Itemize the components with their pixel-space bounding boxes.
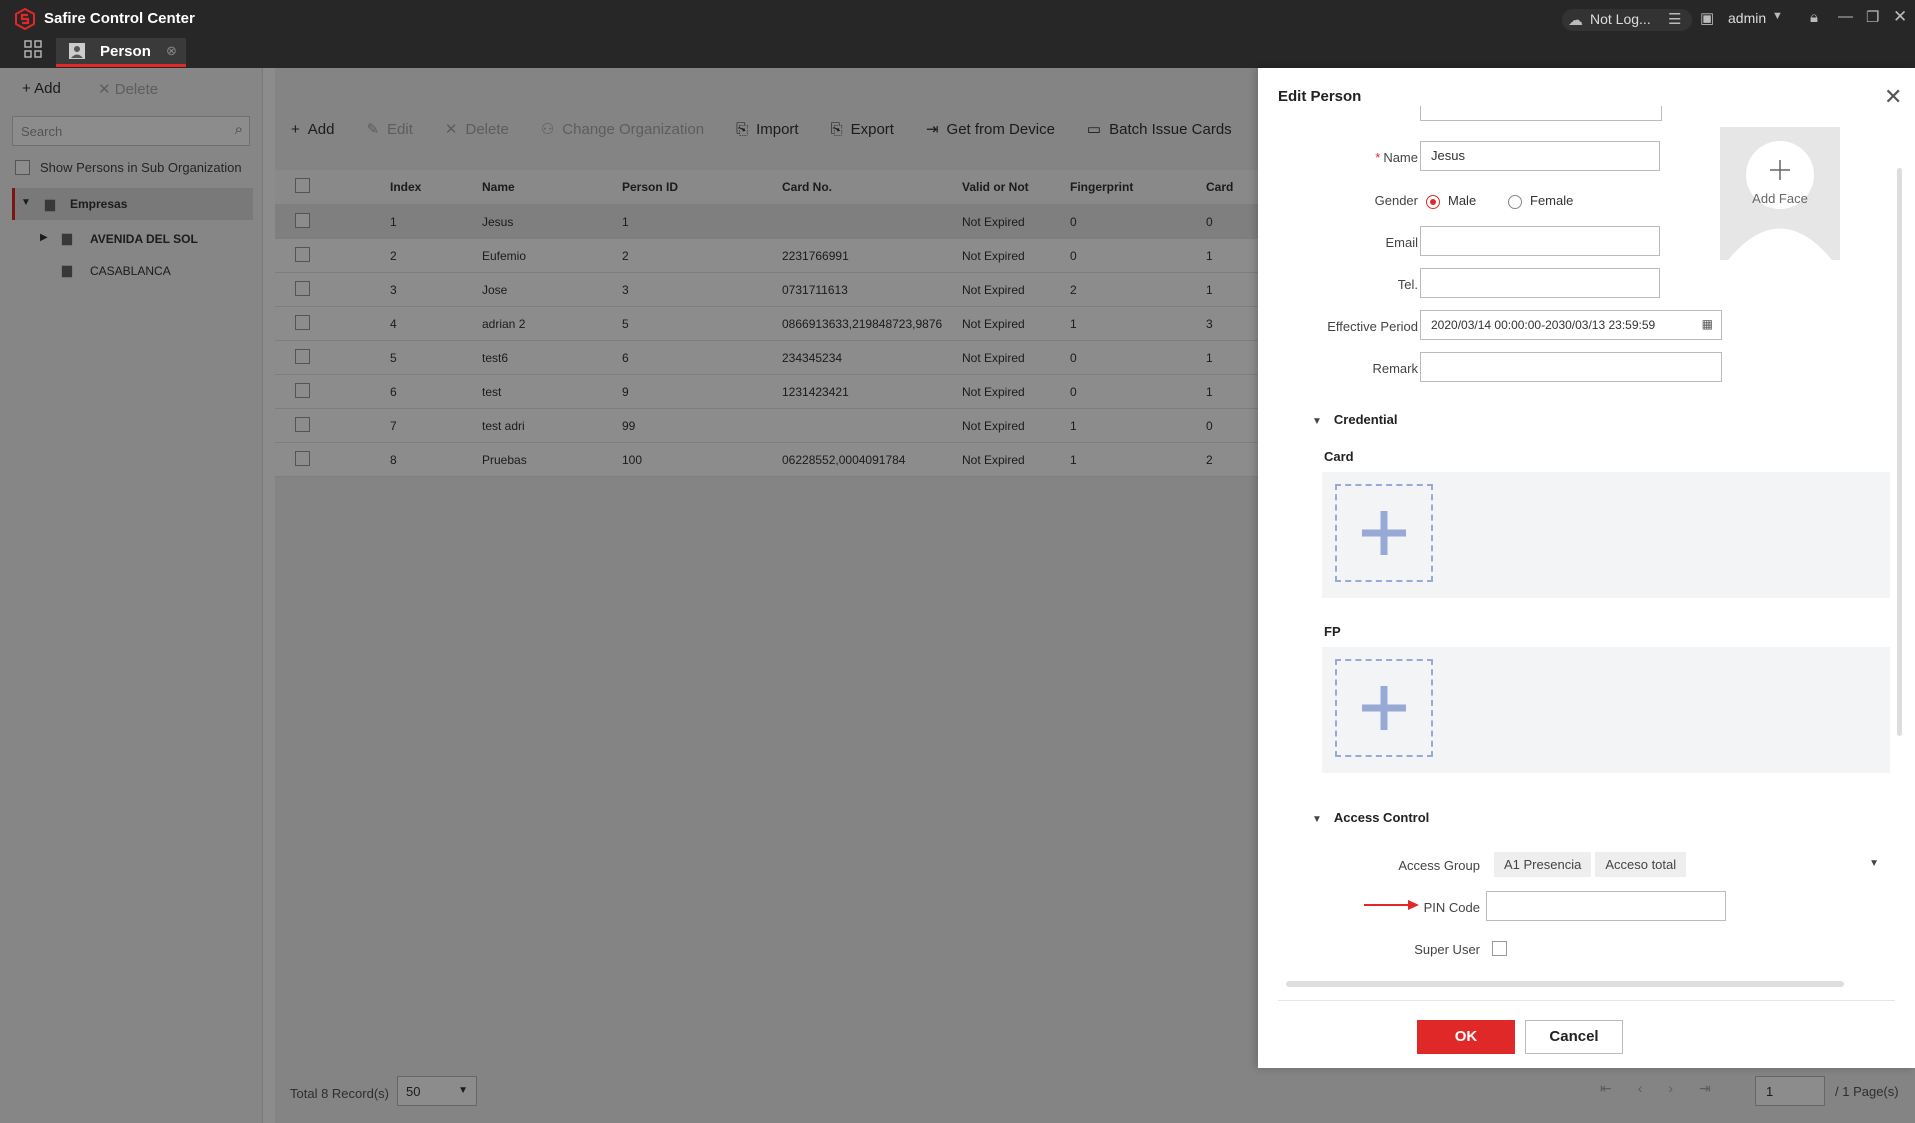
horizontal-scrollbar[interactable]: [1286, 981, 1844, 987]
lock-icon[interactable]: 🔒︎: [1810, 9, 1818, 26]
tab-person[interactable]: Person ⊗: [56, 38, 186, 67]
footer-divider: [1278, 1000, 1895, 1001]
vertical-scrollbar[interactable]: [1897, 168, 1902, 736]
access-group-select[interactable]: A1 Presencia Acceso total ▼: [1494, 852, 1879, 878]
title-bar: Safire Control Center Person ⊗ ☁ Not Log…: [0, 0, 1915, 68]
cancel-button[interactable]: Cancel: [1525, 1020, 1623, 1054]
image-icon[interactable]: ▣: [1700, 9, 1714, 27]
tab-person-label: Person: [100, 43, 151, 60]
tel-label: Tel.: [1397, 277, 1418, 292]
close-window-icon[interactable]: ✕: [1893, 7, 1907, 27]
add-card-button[interactable]: [1335, 484, 1433, 582]
pin-code-label: PIN Code: [1423, 900, 1480, 915]
collapse-icon: ▼: [1312, 814, 1322, 825]
add-face-label: Add Face: [1752, 191, 1808, 206]
email-input[interactable]: [1420, 226, 1660, 256]
name-label: * Name: [1375, 150, 1418, 165]
person-card-icon: [69, 43, 85, 59]
gender-label: Gender: [1374, 193, 1418, 208]
app-title: Safire Control Center: [44, 10, 195, 27]
super-user-label: Super User: [1414, 942, 1480, 957]
cloud-icon: ☁: [1568, 12, 1583, 29]
super-user-checkbox[interactable]: [1492, 941, 1507, 959]
calendar-icon[interactable]: ▦: [1702, 317, 1713, 331]
safire-logo-icon: [15, 8, 35, 30]
fp-section-label: FP: [1324, 624, 1341, 639]
list-icon[interactable]: ☰: [1668, 10, 1681, 28]
credential-section[interactable]: ▼ Credential: [1312, 412, 1397, 427]
remark-input[interactable]: [1420, 352, 1722, 382]
plus-icon: [1362, 511, 1406, 555]
field-partial: [1420, 106, 1662, 121]
gender-male-radio[interactable]: Male: [1426, 193, 1476, 209]
access-control-section[interactable]: ▼ Access Control: [1312, 810, 1429, 825]
collapse-icon: ▼: [1312, 416, 1322, 427]
tab-close-icon[interactable]: ⊗: [166, 43, 177, 59]
card-section-label: Card: [1324, 449, 1354, 464]
minimize-icon[interactable]: —: [1838, 8, 1853, 25]
name-input[interactable]: Jesus: [1420, 141, 1660, 171]
chevron-down-icon[interactable]: ▼: [1869, 858, 1879, 869]
remark-label: Remark: [1372, 361, 1418, 376]
grid-menu-icon[interactable]: [24, 40, 42, 61]
effective-period-label: Effective Period: [1327, 319, 1418, 334]
tel-input[interactable]: [1420, 268, 1660, 298]
access-group-label: Access Group: [1398, 858, 1480, 873]
gender-female-radio[interactable]: Female: [1508, 193, 1573, 209]
effective-period-input[interactable]: 2020/03/14 00:00:00-2030/03/13 23:59:59 …: [1420, 310, 1722, 340]
ok-button[interactable]: OK: [1417, 1020, 1515, 1054]
access-group-tag[interactable]: Acceso total: [1595, 852, 1687, 877]
chevron-down-icon[interactable]: ▼: [1772, 10, 1783, 22]
restore-icon[interactable]: ❐: [1866, 8, 1879, 26]
pin-code-input[interactable]: [1486, 891, 1726, 921]
add-fingerprint-button[interactable]: [1335, 659, 1433, 757]
dialog-title: Edit Person: [1278, 88, 1362, 105]
add-face-box[interactable]: Add Face: [1720, 127, 1840, 260]
access-group-tag[interactable]: A1 Presencia: [1494, 852, 1592, 877]
card-area: [1322, 472, 1890, 598]
user-name[interactable]: admin: [1728, 10, 1766, 26]
email-label: Email: [1385, 235, 1418, 250]
plus-icon: [1362, 686, 1406, 730]
login-status: Not Log...: [1590, 11, 1651, 27]
edit-person-dialog: Edit Person ✕ * Name Jesus Gender Male Fe…: [1258, 68, 1915, 1068]
fingerprint-area: [1322, 647, 1890, 773]
close-icon[interactable]: ✕: [1884, 84, 1902, 110]
